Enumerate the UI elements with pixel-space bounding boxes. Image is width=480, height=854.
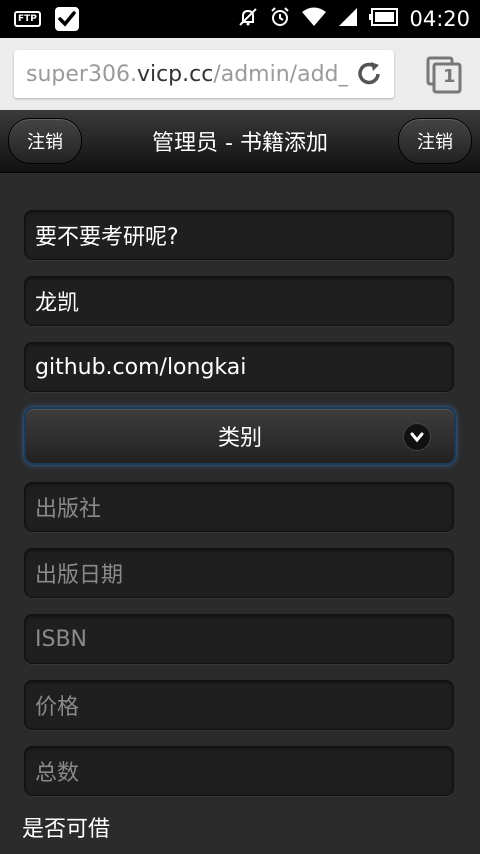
- url-host: vicp.cc: [136, 61, 214, 87]
- total-field[interactable]: 总数: [24, 746, 454, 796]
- publisher-field[interactable]: 出版社: [24, 482, 454, 532]
- url-text[interactable]: super306.vicp.cc/admin/add_b: [14, 62, 348, 87]
- url-bar[interactable]: super306.vicp.cc/admin/add_b: [14, 50, 394, 98]
- chevron-down-icon: [404, 424, 430, 450]
- url-suffix: /admin/add_b: [213, 61, 348, 87]
- ftp-icon: FTP: [14, 11, 41, 27]
- wifi-icon: [301, 6, 327, 32]
- reload-icon[interactable]: [354, 59, 384, 89]
- tabs-button[interactable]: 1: [424, 56, 464, 96]
- logout-button-right[interactable]: 注销: [398, 118, 472, 164]
- url-field[interactable]: github.com/longkai: [24, 342, 454, 392]
- page-header: 注销 管理员 - 书籍添加 注销: [0, 110, 480, 173]
- title-field[interactable]: 要不要考研呢?: [24, 210, 454, 260]
- battery-icon: [369, 7, 399, 31]
- page-title: 管理员 - 书籍添加: [152, 131, 328, 156]
- category-select[interactable]: 类别: [24, 407, 456, 465]
- publish-date-field[interactable]: 出版日期: [24, 548, 454, 598]
- browser-toolbar: super306.vicp.cc/admin/add_b 1: [0, 38, 480, 111]
- author-field[interactable]: 龙凯: [24, 276, 454, 326]
- muted-icon: [237, 6, 259, 32]
- url-prefix: super306.: [26, 61, 137, 87]
- signal-icon: [337, 6, 359, 32]
- tab-count: 1: [443, 66, 456, 87]
- price-field[interactable]: 价格: [24, 680, 454, 730]
- isbn-field[interactable]: ISBN: [24, 614, 454, 664]
- alarm-icon: [269, 6, 291, 32]
- book-add-form: 要不要考研呢? 龙凯 github.com/longkai 类别 出版社 出版日…: [0, 173, 480, 854]
- borrowable-label: 是否可借: [22, 817, 111, 842]
- logout-button-left[interactable]: 注销: [8, 118, 82, 164]
- category-select-label: 类别: [217, 426, 262, 451]
- check-icon: [54, 7, 79, 31]
- status-bar: FTP 04:20: [0, 0, 480, 38]
- clock: 04:20: [409, 7, 470, 31]
